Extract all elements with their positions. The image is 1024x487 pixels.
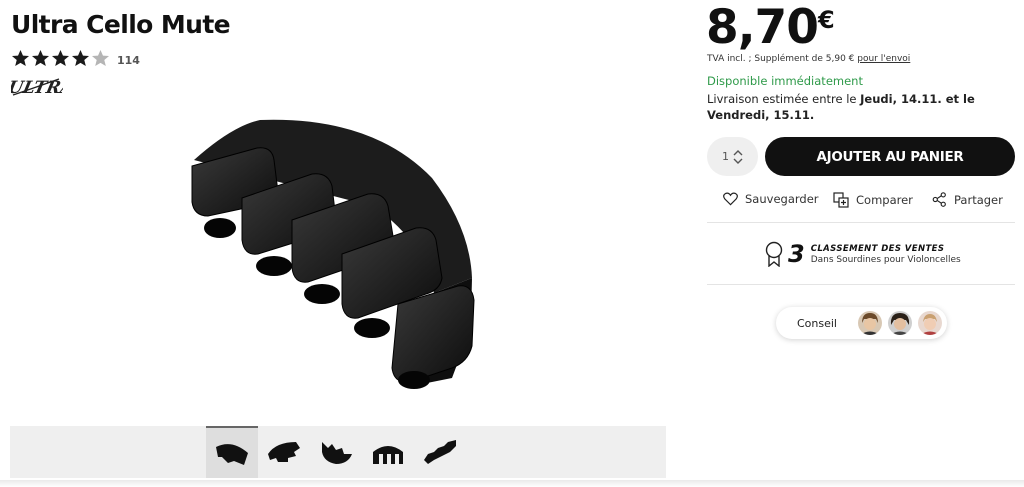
advisor-avatar-3 xyxy=(918,311,942,335)
star-filled-icon xyxy=(31,49,50,67)
save-button[interactable]: Sauvegarder xyxy=(723,192,819,206)
advice-button[interactable]: Conseil xyxy=(776,307,947,339)
delivery-date-to: Vendredi, 15.11. xyxy=(707,108,815,122)
ranking-category: Dans Sourdines pour Violoncelles xyxy=(810,254,961,265)
thumbnail-5[interactable] xyxy=(414,426,466,478)
compare-button[interactable]: Comparer xyxy=(833,192,913,208)
rating-count[interactable]: 114 xyxy=(117,54,140,67)
add-to-cart-button[interactable]: AJOUTER AU PANIER xyxy=(765,137,1015,176)
star-empty-icon xyxy=(91,49,110,67)
quantity-value: 1 xyxy=(722,150,729,163)
gallery-thumbnails xyxy=(10,426,666,478)
tax-note: TVA incl. ; Supplément de 5,90 € pour l'… xyxy=(707,54,910,64)
svg-text:ULTRA: ULTRA xyxy=(11,78,63,98)
share-label: Partager xyxy=(954,192,1003,207)
advisor-avatar-1 xyxy=(858,311,882,335)
thumbnail-4[interactable] xyxy=(362,426,414,478)
ranking-label: CLASSEMENT DES VENTES xyxy=(810,243,945,254)
save-label: Sauvegarder xyxy=(745,192,819,206)
compare-label: Comparer xyxy=(856,193,913,207)
ranking-position: 3 xyxy=(788,240,805,268)
delivery-middle: et le xyxy=(941,92,975,106)
divider-bottom xyxy=(707,284,1015,285)
price-currency: € xyxy=(818,6,835,34)
delivery-date-from: Jeudi, 14.11. xyxy=(860,92,942,106)
share-icon xyxy=(932,192,946,207)
advice-label: Conseil xyxy=(797,316,837,330)
tax-text: TVA incl. ; Supplément de 5,90 € xyxy=(707,54,858,64)
shipping-link[interactable]: pour l'envoi xyxy=(857,54,910,64)
rating-stars xyxy=(11,49,111,71)
brand-logo[interactable]: ULTRA xyxy=(6,75,76,103)
thumbnail-3[interactable] xyxy=(310,426,362,478)
quantity-selector[interactable]: 1 xyxy=(707,137,758,176)
advisor-avatar-2 xyxy=(888,311,912,335)
availability-status: Disponible immédiatement xyxy=(707,74,863,88)
stepper-icon xyxy=(733,149,743,164)
page-fold-shadow xyxy=(0,480,1024,487)
compare-icon xyxy=(833,192,849,208)
delivery-prefix: Livraison estimée entre le xyxy=(707,92,861,106)
star-filled-icon xyxy=(11,49,30,67)
thumbnail-2[interactable] xyxy=(258,426,310,478)
heart-icon xyxy=(723,192,738,206)
divider-top xyxy=(707,222,1015,223)
advisor-avatars xyxy=(852,311,942,335)
delivery-estimate: Livraison estimée entre le Jeudi, 14.11.… xyxy=(707,91,1007,123)
sales-ranking[interactable]: 3 CLASSEMENT DES VENTES Dans Sourdines p… xyxy=(764,240,961,268)
share-button[interactable]: Partager xyxy=(932,192,1003,207)
product-title: Ultra Cello Mute xyxy=(11,10,231,39)
star-filled-icon xyxy=(71,49,90,67)
product-rating[interactable]: 114 xyxy=(11,49,140,71)
thumbnail-1[interactable] xyxy=(206,426,258,478)
star-filled-icon xyxy=(51,49,70,67)
product-main-image[interactable] xyxy=(172,88,500,408)
award-ribbon-icon xyxy=(765,241,783,267)
product-price: 8,70 xyxy=(706,0,819,55)
